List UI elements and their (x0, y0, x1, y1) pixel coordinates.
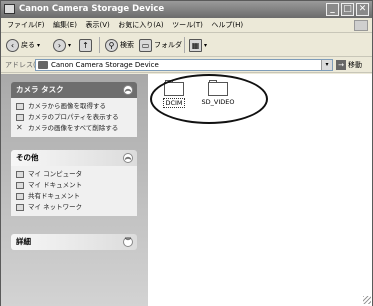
camera-icon (4, 4, 15, 14)
resize-grip[interactable] (363, 296, 371, 304)
back-button[interactable]: ‹ 戻る ▾ (6, 37, 40, 53)
other-places-title: その他 (16, 153, 39, 162)
back-arrow-icon: ‹ (6, 38, 19, 52)
address-field[interactable]: Canon Camera Storage Device ▾ (35, 59, 333, 71)
place-label: マイ コンピュータ (28, 170, 83, 178)
task-view-properties[interactable]: カメラのプロパティを表示する (15, 112, 133, 123)
search-icon: ⚲ (105, 38, 118, 52)
forward-button[interactable]: › ▾ (53, 37, 71, 53)
folder-dcim[interactable]: DCIM (152, 80, 196, 108)
window-title: Canon Camera Storage Device (19, 4, 165, 14)
other-places-panel: その他 ︽ マイ コンピュータ マイ ドキュメント 共有ドキュメント マイ ネッ… (11, 150, 137, 216)
search-button[interactable]: ⚲ 検索 (105, 37, 134, 53)
details-header[interactable]: 詳細 ︾ (11, 234, 137, 250)
task-label: カメラのプロパティを表示する (28, 113, 119, 121)
folder-name: DCIM (163, 98, 185, 108)
toolbar-divider (184, 37, 185, 53)
task-get-pictures[interactable]: カメラから画像を取得する (15, 101, 133, 112)
minimize-button[interactable]: _ (326, 3, 339, 16)
folder-sd-video[interactable]: SD_VIDEO (196, 80, 240, 106)
shared-folder-icon (16, 193, 24, 200)
camera-wizard-icon (16, 103, 24, 110)
up-folder-button[interactable]: ↑ (79, 37, 94, 53)
explorer-window: Canon Camera Storage Device _ □ ✕ ファイル(F… (0, 0, 373, 306)
menu-edit[interactable]: 編集(E) (50, 18, 80, 33)
go-button[interactable]: → 移動 (336, 60, 362, 70)
camera-tasks-title: カメラ タスク (16, 85, 64, 94)
other-places-body: マイ コンピュータ マイ ドキュメント 共有ドキュメント マイ ネットワーク (11, 166, 137, 216)
place-my-computer[interactable]: マイ コンピュータ (15, 169, 133, 180)
task-pane: カメラ タスク ︽ カメラから画像を取得する カメラのプロパティを表示する ✕ … (1, 74, 148, 306)
file-list-area[interactable]: DCIM SD_VIDEO (148, 74, 372, 306)
maximize-button[interactable]: □ (341, 3, 354, 16)
delete-icon: ✕ (16, 123, 23, 132)
search-label: 検索 (120, 41, 134, 49)
up-folder-icon: ↑ (79, 38, 92, 52)
place-label: マイ ネットワーク (28, 203, 83, 211)
task-label: カメラから画像を取得する (28, 102, 106, 110)
properties-icon (16, 114, 24, 121)
views-dropdown-icon: ▾ (204, 41, 208, 49)
address-bar: アドレス(D) Canon Camera Storage Device ▾ → … (1, 57, 372, 73)
folders-icon: ▭ (139, 38, 152, 52)
camera-tasks-body: カメラから画像を取得する カメラのプロパティを表示する ✕ カメラの画像をすべて… (11, 98, 137, 137)
title-bar: Canon Camera Storage Device _ □ ✕ (1, 1, 372, 18)
menu-help[interactable]: ヘルプ(H) (208, 18, 246, 33)
menu-view[interactable]: 表示(V) (82, 18, 112, 33)
menu-file[interactable]: ファイル(F) (4, 18, 48, 33)
details-panel: 詳細 ︾ (11, 234, 137, 250)
task-delete-all[interactable]: ✕ カメラの画像をすべて削除する (15, 123, 133, 134)
views-icon: ▦ (189, 38, 202, 52)
camera-tasks-panel: カメラ タスク ︽ カメラから画像を取得する カメラのプロパティを表示する ✕ … (11, 82, 137, 137)
toolbar: ‹ 戻る ▾ › ▾ ↑ ⚲ 検索 ▭ フォルダ ▦ ▾ (1, 33, 372, 57)
close-button[interactable]: ✕ (356, 3, 369, 16)
forward-arrow-icon: › (53, 38, 66, 52)
computer-icon (16, 171, 24, 178)
windows-flag-icon (354, 20, 368, 31)
other-places-header[interactable]: その他 ︽ (11, 150, 137, 166)
folder-icon (164, 80, 184, 96)
task-label: カメラの画像をすべて削除する (28, 124, 119, 132)
documents-folder-icon (16, 182, 24, 189)
menu-favorites[interactable]: お気に入り(A) (115, 18, 166, 33)
menu-bar: ファイル(F) 編集(E) 表示(V) お気に入り(A) ツール(T) ヘルプ(… (1, 18, 372, 33)
collapse-chevron-icon[interactable]: ︽ (123, 153, 133, 163)
back-dropdown-icon: ▾ (37, 41, 41, 49)
address-value: Canon Camera Storage Device (51, 61, 159, 69)
back-label: 戻る (21, 41, 35, 49)
views-button[interactable]: ▦ ▾ (189, 37, 207, 53)
network-icon (16, 204, 24, 211)
camera-icon (38, 61, 48, 69)
folder-name: SD_VIDEO (201, 98, 235, 106)
folders-button[interactable]: ▭ フォルダ (139, 37, 182, 53)
camera-tasks-header[interactable]: カメラ タスク ︽ (11, 82, 137, 98)
details-title: 詳細 (16, 237, 31, 246)
toolbar-divider (99, 37, 100, 53)
address-dropdown-icon[interactable]: ▾ (321, 60, 332, 70)
place-shared-documents[interactable]: 共有ドキュメント (15, 191, 133, 202)
place-my-network[interactable]: マイ ネットワーク (15, 202, 133, 213)
expand-chevron-icon[interactable]: ︾ (123, 237, 133, 247)
go-arrow-icon: → (336, 60, 346, 70)
place-label: マイ ドキュメント (28, 181, 83, 189)
folder-icon (208, 80, 228, 96)
menu-tools[interactable]: ツール(T) (169, 18, 206, 33)
folders-label: フォルダ (154, 41, 182, 49)
place-label: 共有ドキュメント (28, 192, 80, 200)
go-label: 移動 (348, 61, 362, 69)
collapse-chevron-icon[interactable]: ︽ (123, 85, 133, 95)
forward-dropdown-icon: ▾ (68, 41, 72, 49)
place-my-documents[interactable]: マイ ドキュメント (15, 180, 133, 191)
